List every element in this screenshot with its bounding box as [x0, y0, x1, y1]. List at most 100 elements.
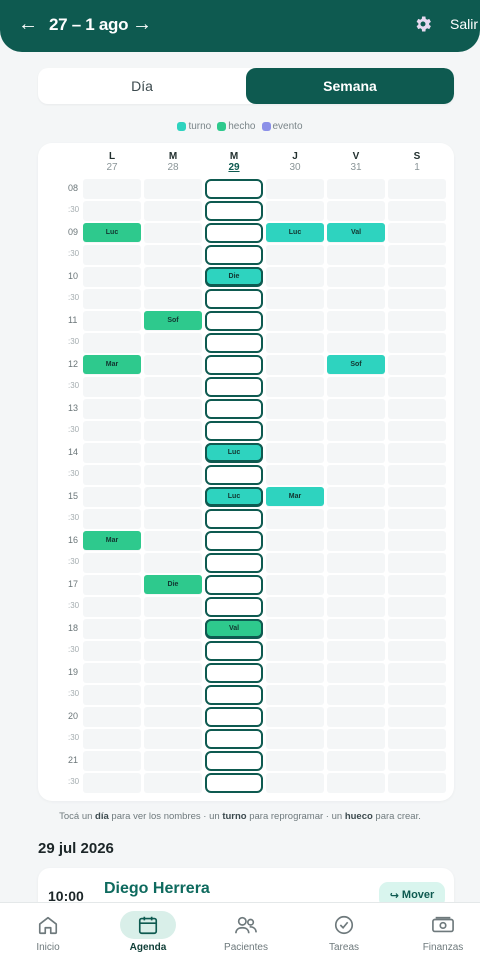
calendar-cell[interactable] [327, 663, 385, 683]
free-slot[interactable] [205, 663, 263, 683]
calendar-cell[interactable] [144, 597, 202, 617]
calendar-cell[interactable] [83, 465, 141, 485]
calendar-cell[interactable] [266, 443, 324, 463]
calendar-cell[interactable] [266, 355, 324, 375]
calendar-cell[interactable] [388, 597, 446, 617]
calendar-cell[interactable] [327, 267, 385, 287]
calendar-cell[interactable] [144, 553, 202, 573]
calendar-cell[interactable] [388, 773, 446, 793]
gear-icon[interactable] [413, 14, 433, 34]
calendar-cell[interactable] [144, 179, 202, 199]
calendar-cell[interactable] [388, 245, 446, 265]
calendar-cell[interactable] [83, 179, 141, 199]
calendar-cell[interactable] [327, 729, 385, 749]
calendar-cell[interactable] [327, 575, 385, 595]
calendar-cell[interactable] [388, 509, 446, 529]
calendar-cell[interactable] [388, 311, 446, 331]
calendar-cell[interactable] [388, 487, 446, 507]
calendar-cell[interactable] [266, 333, 324, 353]
calendar-cell[interactable] [144, 333, 202, 353]
free-slot[interactable] [205, 685, 263, 705]
calendar-cell[interactable] [266, 575, 324, 595]
free-slot[interactable] [205, 311, 263, 331]
calendar-cell[interactable] [83, 619, 141, 639]
calendar-cell[interactable] [83, 487, 141, 507]
free-slot[interactable] [205, 773, 263, 793]
calendar-cell[interactable] [266, 531, 324, 551]
calendar-cell[interactable] [144, 531, 202, 551]
calendar-cell[interactable] [266, 773, 324, 793]
calendar-cell[interactable] [327, 531, 385, 551]
free-slot[interactable] [205, 223, 263, 243]
calendar-cell[interactable] [388, 641, 446, 661]
calendar-cell[interactable] [144, 729, 202, 749]
appointment-block[interactable]: Die [205, 267, 263, 286]
calendar-cell[interactable] [327, 465, 385, 485]
calendar-cell[interactable] [144, 267, 202, 287]
free-slot[interactable] [205, 355, 263, 375]
calendar-cell[interactable] [266, 751, 324, 771]
calendar-cell[interactable] [388, 399, 446, 419]
calendar-cell[interactable] [144, 751, 202, 771]
appointment-block[interactable]: Mar [266, 487, 324, 506]
calendar-cell[interactable] [388, 707, 446, 727]
free-slot[interactable] [205, 575, 263, 595]
day-header[interactable]: L 27 [82, 151, 142, 173]
previous-week-button[interactable]: ← [18, 13, 38, 36]
free-slot[interactable] [205, 531, 263, 551]
calendar-cell[interactable] [266, 641, 324, 661]
calendar-cell[interactable] [83, 553, 141, 573]
calendar-cell[interactable] [388, 575, 446, 595]
day-header[interactable]: M 29 [204, 151, 264, 173]
calendar-cell[interactable] [83, 663, 141, 683]
calendar-cell[interactable] [144, 641, 202, 661]
free-slot[interactable] [205, 729, 263, 749]
calendar-cell[interactable] [83, 311, 141, 331]
appointment-block[interactable]: Luc [83, 223, 141, 242]
calendar-cell[interactable] [266, 465, 324, 485]
calendar-cell[interactable] [83, 245, 141, 265]
calendar-cell[interactable] [266, 685, 324, 705]
calendar-cell[interactable] [327, 553, 385, 573]
calendar-cell[interactable] [266, 509, 324, 529]
calendar-cell[interactable] [83, 289, 141, 309]
free-slot[interactable] [205, 509, 263, 529]
appointment-block[interactable]: Val [327, 223, 385, 242]
appointment-block[interactable]: Sof [144, 311, 202, 330]
calendar-cell[interactable] [327, 707, 385, 727]
appointment-block[interactable]: Die [144, 575, 202, 594]
calendar-cell[interactable] [327, 289, 385, 309]
week-view-button[interactable]: Semana [246, 68, 454, 104]
calendar-cell[interactable] [327, 597, 385, 617]
calendar-cell[interactable] [144, 245, 202, 265]
calendar-cell[interactable] [327, 685, 385, 705]
calendar-cell[interactable] [388, 443, 446, 463]
calendar-cell[interactable] [266, 421, 324, 441]
appointment-block[interactable]: Luc [205, 443, 263, 462]
calendar-cell[interactable] [327, 245, 385, 265]
calendar-cell[interactable] [266, 377, 324, 397]
calendar-cell[interactable] [388, 355, 446, 375]
nav-item-agenda[interactable]: Agenda [113, 903, 183, 960]
calendar-cell[interactable] [144, 377, 202, 397]
calendar-cell[interactable] [83, 751, 141, 771]
calendar-cell[interactable] [83, 773, 141, 793]
calendar-cell[interactable] [327, 377, 385, 397]
free-slot[interactable] [205, 707, 263, 727]
free-slot[interactable] [205, 751, 263, 771]
nav-item-tareas[interactable]: Tareas [309, 903, 379, 960]
free-slot[interactable] [205, 597, 263, 617]
calendar-cell[interactable] [388, 465, 446, 485]
calendar-cell[interactable] [144, 663, 202, 683]
calendar-cell[interactable] [327, 487, 385, 507]
calendar-cell[interactable] [83, 201, 141, 221]
free-slot[interactable] [205, 399, 263, 419]
free-slot[interactable] [205, 201, 263, 221]
day-header[interactable]: M 28 [143, 151, 203, 173]
day-header[interactable]: S1 [387, 151, 447, 173]
free-slot[interactable] [205, 465, 263, 485]
free-slot[interactable] [205, 245, 263, 265]
free-slot[interactable] [205, 421, 263, 441]
calendar-cell[interactable] [144, 685, 202, 705]
calendar-cell[interactable] [83, 729, 141, 749]
